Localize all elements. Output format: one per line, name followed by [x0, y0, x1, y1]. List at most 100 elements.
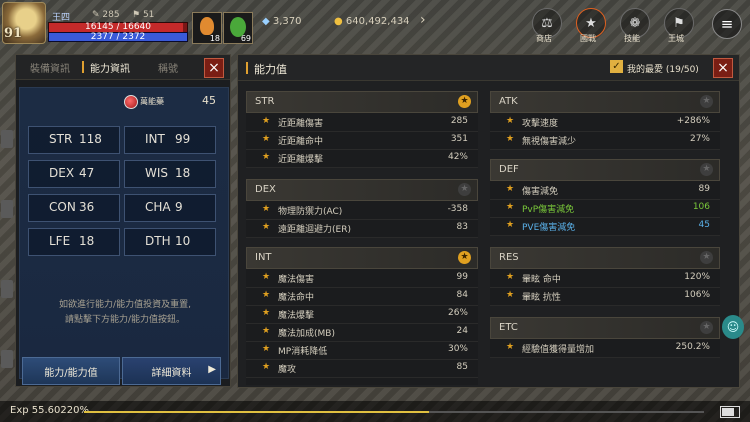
- play-arrow-icon: ▶: [208, 364, 216, 375]
- section-header: INT ★: [246, 247, 478, 269]
- slot2-count: 69: [240, 34, 251, 43]
- star-icon: ★: [262, 272, 271, 282]
- potion-slot-2[interactable]: 69: [223, 12, 253, 44]
- stat-dex: DEX 47: [28, 160, 120, 188]
- shop-icon: ⚖: [541, 15, 553, 31]
- row-label: 魔法命中: [278, 293, 315, 303]
- star-icon: ★: [506, 134, 515, 144]
- crystal-currency: ◆ 3,370: [262, 16, 302, 27]
- stat-int: INT 99: [124, 126, 216, 154]
- potion-slot-1[interactable]: 18: [192, 12, 222, 44]
- row-value: 85: [456, 362, 468, 372]
- tab-title[interactable]: 稱號: [158, 60, 178, 75]
- favorite-star-icon[interactable]: ★: [700, 251, 713, 264]
- stat-row: ★ 魔攻 85: [246, 359, 478, 378]
- ac-value: 285: [102, 10, 120, 20]
- war-label: 國戰: [580, 34, 596, 43]
- side-icon: [1, 200, 13, 218]
- stat-row: ★ 傷害減免 89: [490, 181, 720, 200]
- hamburger-icon: ≡: [720, 15, 734, 33]
- row-label: 物理防禦力(AC): [278, 207, 343, 217]
- character-info-panel: 裝備資訊 能力資訊 稱號 × 萬能藥 45 STR 118 INT 99 DEX 47…: [15, 54, 231, 387]
- stat-value: 18: [175, 166, 191, 180]
- row-label: 遠距離迴避力(ER): [278, 225, 351, 235]
- star-icon: ★: [262, 116, 271, 126]
- row-value: 285: [450, 116, 468, 126]
- favorite-star-icon[interactable]: ★: [700, 321, 713, 334]
- row-value: 106%: [684, 290, 710, 300]
- stat-row: ★ 暈眩 抗性 106%: [490, 287, 720, 306]
- row-value: 83: [456, 222, 468, 232]
- stat-value: 118: [79, 132, 102, 146]
- currency-arrow[interactable]: ›: [420, 12, 426, 28]
- stat-cha: CHA 9: [124, 194, 216, 222]
- star-icon: ★: [262, 290, 271, 300]
- pet-mascot-icon[interactable]: ☺: [722, 315, 744, 339]
- favorite-star-icon[interactable]: ★: [458, 95, 471, 108]
- section-title: DEF: [499, 164, 519, 175]
- detail-button[interactable]: 詳細資料 ▶: [122, 357, 221, 385]
- battery-level: [722, 408, 734, 416]
- panel-title: 能力值: [254, 63, 287, 76]
- star-icon: ★: [506, 116, 515, 126]
- stat-name: DEX: [49, 166, 75, 180]
- gold-value: 640,492,434: [345, 16, 410, 27]
- row-value: 45: [698, 220, 710, 230]
- stat-row: ★ 遠距離迴避力(ER) 83: [246, 219, 478, 238]
- row-value: 351: [450, 134, 468, 144]
- row-value: +286%: [676, 116, 710, 126]
- ability-values-header: 能力值 ✓ 我的最愛 (19/50) ×: [238, 55, 739, 81]
- section-title: DEX: [255, 184, 276, 195]
- right-close-button[interactable]: ×: [713, 58, 733, 78]
- battery-icon: [720, 406, 740, 418]
- favorite-star-icon[interactable]: ★: [458, 183, 471, 196]
- top-hud: 91 王四 ✎ 285 ⚑ 51 16145 / 16640 2377 / 23…: [0, 0, 750, 44]
- favorites-checkbox[interactable]: ✓: [610, 60, 623, 73]
- section-def: DEF ★ ★ 傷害減免 89 ★ PvP傷害減免 106 ★ PVE傷害減免 45: [490, 159, 720, 236]
- favorite-star-icon[interactable]: ★: [700, 163, 713, 176]
- exp-track: [84, 411, 704, 413]
- star-icon: ★: [262, 344, 271, 354]
- slot1-count: 18: [209, 34, 220, 43]
- favorite-star-icon[interactable]: ★: [458, 251, 471, 264]
- star-icon: ★: [506, 342, 515, 352]
- stat-row: ★ 近距離爆擊 42%: [246, 149, 478, 168]
- stat-value: 9: [175, 200, 183, 214]
- potion-icon: [200, 17, 214, 35]
- row-value: 26%: [447, 308, 468, 318]
- detail-button-label: 詳細資料: [151, 367, 192, 379]
- ability-points-button[interactable]: 能力/能力值: [22, 357, 120, 385]
- stat-value: 36: [79, 200, 95, 214]
- tab-ability[interactable]: 能力資訊: [90, 60, 130, 75]
- star-icon: ★: [506, 272, 515, 282]
- main-menu-button[interactable]: ≡: [712, 9, 742, 39]
- stat-row: ★ 魔法傷害 99: [246, 269, 478, 288]
- active-tab-marker: [82, 61, 84, 73]
- favorite-star-icon[interactable]: ★: [700, 95, 713, 108]
- row-label: 攻擊速度: [522, 119, 559, 129]
- row-value: 42%: [447, 152, 468, 162]
- stat-row: ★ 近距離命中 351: [246, 131, 478, 150]
- castle-label: 王城: [668, 34, 684, 43]
- castle-icon: ⚑: [673, 15, 685, 31]
- tab-equipment[interactable]: 裝備資訊: [30, 60, 70, 75]
- row-value: 120%: [684, 272, 710, 282]
- star-icon: ★: [262, 134, 271, 144]
- left-close-button[interactable]: ×: [204, 58, 224, 78]
- stat-wis: WIS 18: [124, 160, 216, 188]
- crystal-value: 3,370: [272, 16, 302, 27]
- left-edge-icons: [0, 50, 14, 390]
- coin-icon: ●: [334, 16, 343, 27]
- section-header: DEX ★: [246, 179, 478, 201]
- row-value: 99: [456, 272, 468, 282]
- row-label: 魔法加成(MB): [278, 329, 335, 339]
- row-label: 魔攻: [278, 365, 297, 375]
- stat-con: CON 36: [28, 194, 120, 222]
- row-label: 近距離傷害: [278, 119, 324, 129]
- section-str: STR ★ ★ 近距離傷害 285 ★ 近距離命中 351 ★ 近距離爆擊 42%: [246, 91, 478, 168]
- stat-name: STR: [49, 132, 73, 146]
- row-label: 暈眩 命中: [522, 275, 561, 285]
- stat-name: LFE: [49, 234, 71, 248]
- row-label: 魔法爆擊: [278, 311, 315, 321]
- row-label: MP消耗降低: [278, 347, 328, 357]
